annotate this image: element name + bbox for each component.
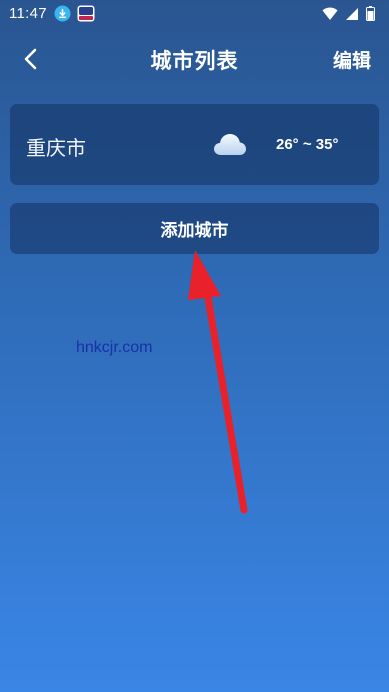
signal-icon (345, 6, 359, 25)
status-bar: 11:47 (0, 0, 389, 28)
temperature-range: 26° ~ 35° (276, 136, 339, 153)
battery-icon (366, 6, 375, 25)
app-badge-icon (77, 5, 95, 26)
city-card[interactable]: 重庆市 26° ~ 35° (10, 104, 379, 185)
download-icon (54, 5, 71, 26)
page-title: 城市列表 (150, 49, 239, 73)
header: 城市列表 编辑 (0, 36, 389, 80)
city-name: 重庆市 (26, 136, 86, 160)
wifi-icon (322, 6, 338, 25)
edit-button[interactable]: 编辑 (333, 46, 371, 73)
cloud-icon (213, 131, 247, 161)
status-right-icons (322, 6, 375, 25)
status-time: 11:47 (9, 5, 47, 22)
watermark: hnkcjr.com (76, 339, 153, 356)
add-city-button[interactable]: 添加城市 (10, 203, 379, 254)
